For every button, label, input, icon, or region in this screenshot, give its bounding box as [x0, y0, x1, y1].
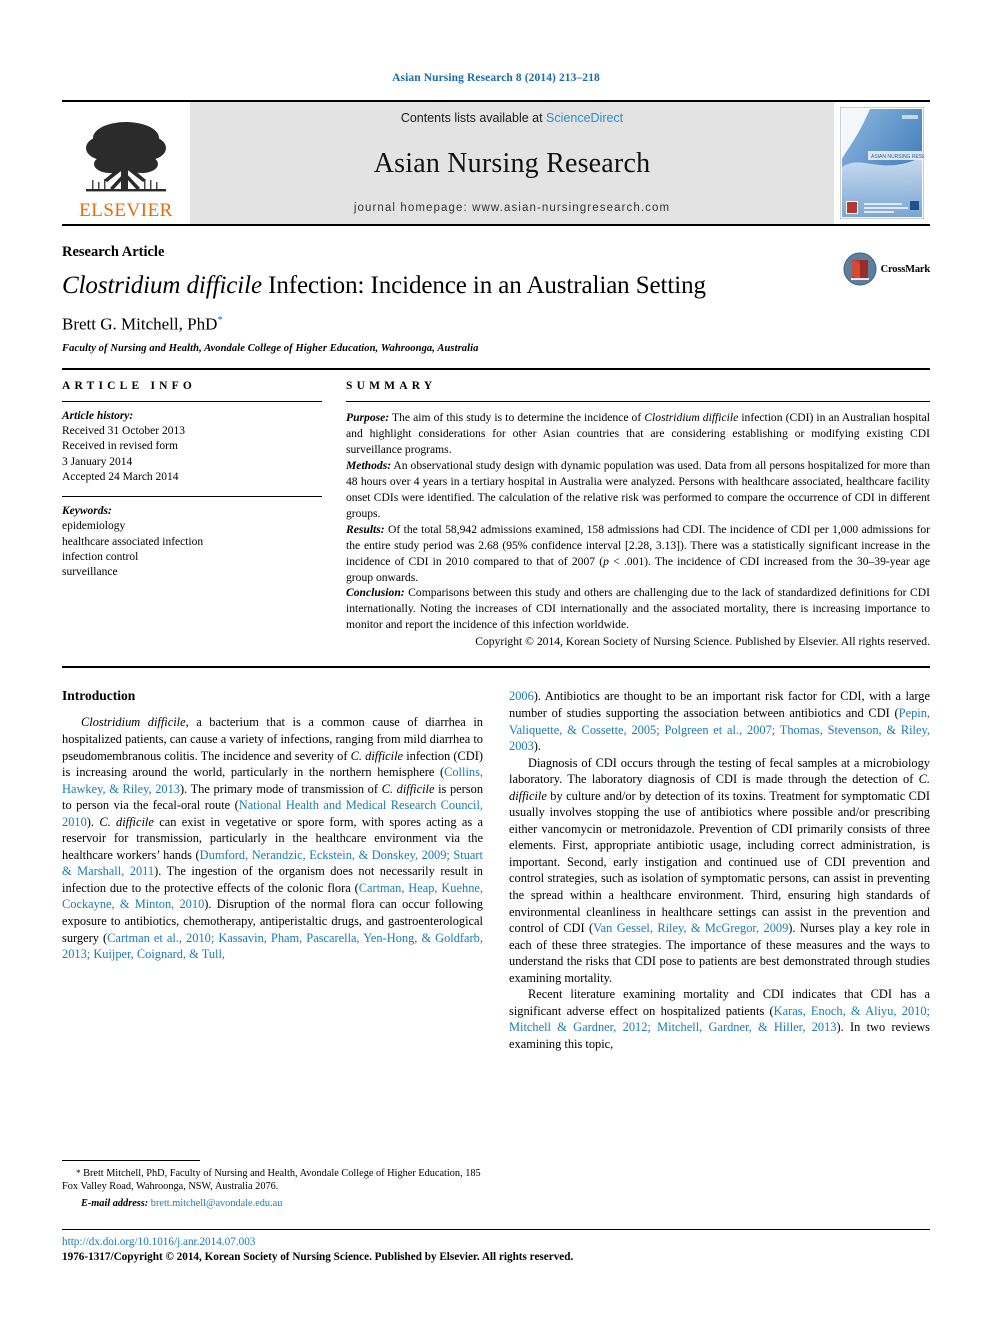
- body-columns: Introduction Clostridium difficile, a ba…: [62, 668, 930, 1052]
- email-link[interactable]: brett.mitchell@avondale.edu.au: [151, 1198, 283, 1209]
- citation-link[interactable]: Cartman et al., 2010; Kassavin, Pham, Pa…: [62, 931, 483, 962]
- page-footer: http://dx.doi.org/10.1016/j.anr.2014.07.…: [62, 1229, 930, 1265]
- text-run: ). Antibiotics are thought to be an impo…: [509, 689, 930, 720]
- footnote-divider: [62, 1159, 200, 1161]
- author-name: Brett G. Mitchell, PhD*: [62, 314, 930, 335]
- citation-link[interactable]: Van Gessel, Riley, & McGregor, 2009: [593, 921, 788, 935]
- species-italic: C. difficile: [99, 814, 154, 829]
- history-item: Received in revised form: [62, 440, 178, 453]
- article-info-heading: ARTICLE INFO: [62, 379, 197, 392]
- author-label: Brett G. Mitchell, PhD: [62, 314, 218, 334]
- abstract-methods: Methods: An observational study design w…: [346, 458, 930, 522]
- keyword-item: epidemiology: [62, 520, 126, 533]
- crossmark-badge[interactable]: CrossMark: [843, 252, 930, 286]
- running-head: Asian Nursing Research 8 (2014) 213–218: [392, 72, 600, 84]
- sciencedirect-link[interactable]: ScienceDirect: [546, 111, 623, 125]
- journal-header: ELSEVIER Contents lists available at Sci…: [62, 100, 930, 226]
- text-run: ). The primary mode of transmission of: [180, 781, 382, 796]
- footnote-email-line: E-mail address: brett.mitchell@avondale.…: [62, 1197, 486, 1211]
- keyword-item: infection control: [62, 550, 139, 563]
- text-run: ).: [533, 739, 542, 754]
- corresponding-author-footnote: * Brett Mitchell, PhD, Faculty of Nursin…: [62, 1159, 486, 1211]
- crossmark-label: CrossMark: [880, 263, 931, 275]
- journal-cover-image: ASIAN NURSING RESEARCH: [840, 107, 924, 219]
- author-affiliation: Faculty of Nursing and Health, Avondale …: [62, 342, 479, 354]
- elsevier-tree-icon: [86, 122, 166, 192]
- conclusion-label: Conclusion:: [346, 586, 405, 600]
- abstract-purpose: Purpose: The aim of this study is to det…: [346, 410, 930, 458]
- summary-heading: SUMMARY: [346, 379, 437, 392]
- journal-homepage[interactable]: journal homepage: www.asian-nursingresea…: [354, 202, 670, 214]
- title-species-italic: Clostridium difficile: [62, 272, 262, 299]
- footnote-body: Brett Mitchell, PhD, Faculty of Nursing …: [62, 1167, 481, 1193]
- footnote-text: * Brett Mitchell, PhD, Faculty of Nursin…: [62, 1167, 486, 1195]
- title-rest: Infection: Incidence in an Australian Se…: [262, 272, 706, 299]
- species-italic: C. difficile: [350, 748, 404, 763]
- purpose-label: Purpose:: [346, 410, 390, 424]
- footer-divider: [62, 1229, 930, 1231]
- svg-text:ASIAN NURSING RESEARCH: ASIAN NURSING RESEARCH: [871, 154, 924, 160]
- keywords-label: Keywords:: [62, 505, 112, 518]
- species-italic: C. difficile: [381, 781, 435, 796]
- text-run: ).: [86, 814, 100, 829]
- contents-prefix: Contents lists available at: [400, 111, 547, 125]
- abstract-text: Purpose: The aim of this study is to det…: [346, 402, 930, 651]
- keyword-item: healthcare associated infection: [62, 535, 204, 548]
- body-paragraph: Recent literature examining mortality an…: [509, 986, 930, 1052]
- issn-copyright: 1976-1317/Copyright © 2014, Korean Socie…: [62, 1250, 574, 1263]
- abstract-results: Results: Of the total 58,942 admissions …: [346, 522, 930, 586]
- history-item: Received 31 October 2013: [62, 424, 185, 437]
- introduction-heading: Introduction: [62, 688, 136, 704]
- journal-title: Asian Nursing Research: [373, 147, 651, 179]
- keywords-group: Keywords: epidemiology healthcare associ…: [62, 497, 322, 580]
- text-run: Diagnosis of CDI occurs through the test…: [509, 755, 930, 787]
- text-run: by culture and/or by detection of its to…: [509, 788, 930, 936]
- article-history-group: Article history: Received 31 October 201…: [62, 402, 322, 485]
- purpose-text-a: The aim of this study is to determine th…: [389, 410, 645, 424]
- species-italic: Clostridium difficile: [81, 715, 186, 730]
- results-label: Results:: [346, 522, 385, 536]
- corresponding-author-mark: *: [217, 314, 223, 326]
- conclusion-text: Comparisons between this study and other…: [346, 586, 930, 632]
- purpose-species-italic: Clostridium difficile: [644, 410, 739, 424]
- summary-column: SUMMARY Purpose: The aim of this study i…: [346, 380, 930, 651]
- page-title: Clostridium difficile Infection: Inciden…: [62, 272, 930, 300]
- journal-cover-thumbnail: ASIAN NURSING RESEARCH: [834, 102, 930, 224]
- crossmark-icon: [843, 252, 877, 286]
- email-label: E-mail address:: [81, 1198, 149, 1210]
- info-summary-section: ARTICLE INFO Article history: Received 3…: [62, 370, 930, 651]
- abstract-conclusion: Conclusion: Comparisons between this stu…: [346, 585, 930, 633]
- body-column-right: 2006). Antibiotics are thought to be an …: [509, 688, 930, 1052]
- keyword-item: surveillance: [62, 566, 118, 579]
- article-type: Research Article: [62, 244, 165, 260]
- body-paragraph: 2006). Antibiotics are thought to be an …: [509, 688, 930, 754]
- article-info-column: ARTICLE INFO Article history: Received 3…: [62, 380, 322, 651]
- abstract-copyright: Copyright © 2014, Korean Society of Nurs…: [475, 635, 930, 649]
- contents-available-line: Contents lists available at ScienceDirec…: [401, 111, 623, 125]
- article-history-label: Article history:: [62, 409, 134, 422]
- journal-band: Contents lists available at ScienceDirec…: [190, 102, 834, 224]
- citation-link[interactable]: 2006: [509, 689, 534, 703]
- history-item: 3 January 2014: [62, 455, 133, 468]
- body-paragraph: Clostridium difficile, a bacterium that …: [62, 714, 483, 962]
- methods-text: An observational study design with dynam…: [346, 458, 930, 520]
- paper-page: Asian Nursing Research 8 (2014) 213–218: [0, 0, 992, 1323]
- doi-link[interactable]: http://dx.doi.org/10.1016/j.anr.2014.07.…: [62, 1235, 930, 1250]
- body-column-left: Introduction Clostridium difficile, a ba…: [62, 688, 483, 1052]
- title-block: CrossMark Research Article Clostridium d…: [62, 226, 930, 354]
- body-paragraph: Diagnosis of CDI occurs through the test…: [509, 755, 930, 987]
- elsevier-logo: ELSEVIER: [62, 102, 190, 224]
- methods-label: Methods:: [346, 458, 392, 472]
- history-item: Accepted 24 March 2014: [62, 470, 179, 483]
- elsevier-wordmark: ELSEVIER: [79, 200, 173, 221]
